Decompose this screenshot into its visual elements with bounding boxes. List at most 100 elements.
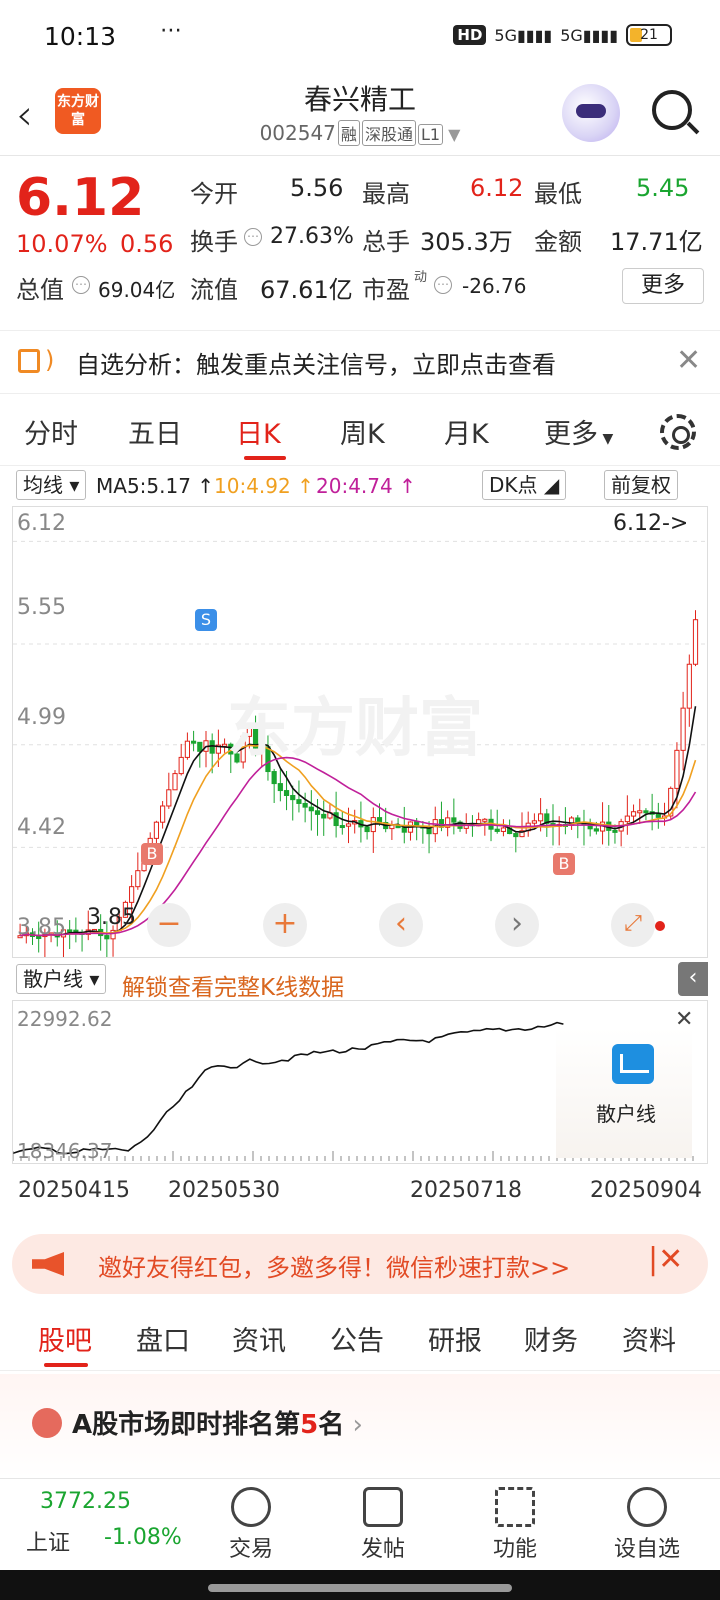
- tab-research[interactable]: 研报: [428, 1319, 482, 1358]
- ma-select[interactable]: 均线 ▾: [16, 470, 87, 500]
- zoom-out-icon[interactable]: −: [147, 903, 191, 947]
- quote-panel: 6.12 10.07% 0.56 今开 5.56 最高 6.12 最低 5.45…: [0, 158, 720, 318]
- edit-icon: [363, 1487, 403, 1527]
- turnover-value: 27.63%: [270, 224, 354, 249]
- info-icon[interactable]: ⋯: [434, 276, 452, 294]
- invite-text: 邀好友得红包，多邀多得！微信秒速打款>>: [98, 1254, 571, 1282]
- tab-news[interactable]: 资讯: [232, 1319, 286, 1358]
- tab-financials[interactable]: 财务: [524, 1319, 578, 1358]
- indicator-y-top: 22992.62: [17, 1007, 113, 1031]
- close-icon[interactable]: |✕: [648, 1242, 683, 1277]
- zoom-in-icon[interactable]: +: [263, 903, 307, 947]
- indicator-select[interactable]: 散户线 ▾: [16, 964, 107, 994]
- sell-signal-badge[interactable]: S: [195, 609, 217, 631]
- chevron-right-icon[interactable]: ›: [495, 903, 539, 947]
- tab-intraday[interactable]: 分时: [24, 412, 78, 451]
- change-percent: 10.07%: [16, 230, 108, 258]
- collapse-tab[interactable]: ‹: [678, 962, 708, 996]
- tab-profile[interactable]: 资料: [622, 1319, 676, 1358]
- amount-value: 17.71亿: [610, 228, 703, 256]
- close-icon[interactable]: ✕: [676, 343, 701, 378]
- candle-body: [482, 818, 488, 822]
- candle-body: [209, 740, 215, 754]
- candle-body: [339, 825, 345, 829]
- tab-monthly-k[interactable]: 月K: [444, 412, 489, 451]
- buy-signal-badge[interactable]: B: [141, 843, 163, 865]
- candle-body: [680, 707, 686, 751]
- rank-card[interactable]: A股市场即时排名第5名 ›: [0, 1374, 720, 1478]
- candle-body: [197, 741, 203, 752]
- assistant-robot-icon[interactable]: [562, 84, 620, 142]
- rank-text: A股市场即时排名第5名 ›: [72, 1410, 363, 1440]
- watermark: 东方财富: [227, 692, 483, 766]
- tab-active-indicator: [44, 1363, 88, 1367]
- info-icon[interactable]: ⋯: [72, 276, 90, 294]
- chevron-left-icon[interactable]: ‹: [379, 903, 423, 947]
- volume-label: 总手: [362, 228, 410, 256]
- search-icon[interactable]: [652, 90, 692, 130]
- open-value: 5.56: [290, 174, 344, 202]
- candle-body: [500, 827, 507, 832]
- tab-announcements[interactable]: 公告: [330, 1319, 384, 1358]
- speaker-icon: [18, 346, 54, 374]
- rank-chart-icon: [32, 1408, 62, 1438]
- y-label: 4.42: [17, 815, 66, 840]
- status-more-icon: ⋯: [160, 18, 182, 43]
- period-tabs: 分时 五日 日K 周K 月K 更多 ▼: [0, 400, 720, 466]
- ma20-value: 20:4.74 ↑: [316, 474, 416, 498]
- pe-value: -26.76: [462, 274, 527, 298]
- more-dots-icon: [627, 1487, 667, 1527]
- candle-body: [308, 806, 314, 812]
- float-value: 67.61亿: [260, 276, 353, 304]
- candle-body: [345, 823, 352, 827]
- candle-body: [321, 813, 327, 819]
- adjust-button[interactable]: 前复权: [604, 470, 678, 500]
- kline-chart[interactable]: 6.12 5.55 4.99 4.42 3.85 6.12-> 3.85 东方财…: [12, 506, 708, 958]
- candle-body: [364, 826, 370, 833]
- indicator-y-bottom: 18346.37: [17, 1139, 113, 1163]
- amount-label: 金额: [534, 228, 582, 256]
- fullscreen-icon[interactable]: ⤢: [611, 903, 655, 947]
- index-name: 上证: [26, 1531, 71, 1556]
- notice-bar[interactable]: 自选分析：触发重点关注信号，立即点击查看 ✕: [0, 330, 720, 394]
- candle-body: [494, 828, 500, 832]
- nav-functions[interactable]: 功能: [470, 1485, 560, 1563]
- tab-more[interactable]: 更多 ▼: [544, 412, 613, 451]
- open-label: 今开: [190, 180, 238, 208]
- tab-five-day[interactable]: 五日: [128, 412, 182, 451]
- home-indicator[interactable]: [208, 1584, 512, 1592]
- y-label: 6.12: [17, 511, 66, 536]
- candle-body: [153, 821, 160, 839]
- candle-body: [135, 870, 141, 888]
- red-dot: [655, 921, 665, 931]
- tag-margin: 融: [337, 120, 360, 146]
- index-value[interactable]: 3772.25: [40, 1489, 131, 1514]
- turnover-label: 换手: [190, 228, 238, 256]
- unlock-link[interactable]: 解锁查看完整K线数据: [122, 968, 344, 1002]
- candle-body: [630, 811, 637, 817]
- stock-code: 002547: [259, 121, 336, 145]
- buy-signal-badge[interactable]: B: [553, 853, 575, 875]
- tab-orderbook[interactable]: 盘口: [136, 1319, 190, 1358]
- info-icon[interactable]: ⋯: [244, 228, 262, 246]
- candle-body: [67, 929, 73, 933]
- tab-weekly-k[interactable]: 周K: [340, 412, 385, 451]
- indicator-line: [13, 1021, 564, 1155]
- candle-body: [692, 619, 699, 665]
- low-label: 最低: [534, 180, 582, 208]
- dk-select[interactable]: DK点 ◢: [482, 470, 567, 500]
- gear-icon[interactable]: [660, 414, 696, 450]
- candle-body: [593, 828, 599, 832]
- indicator-card-label: 散户线: [596, 1102, 656, 1126]
- tab-daily-k[interactable]: 日K: [236, 412, 281, 451]
- invite-banner[interactable]: 邀好友得红包，多邀多得！微信秒速打款>> |✕: [12, 1234, 708, 1294]
- y-label: 5.55: [17, 595, 66, 620]
- nav-post[interactable]: 发帖: [338, 1485, 428, 1563]
- candle-body: [624, 815, 630, 823]
- high-value: 6.12: [470, 174, 524, 202]
- nav-trade[interactable]: 交易: [206, 1485, 296, 1563]
- tab-forum[interactable]: 股吧: [38, 1319, 92, 1358]
- tag-level: L1: [417, 124, 444, 145]
- more-button[interactable]: 更多: [622, 268, 704, 304]
- nav-add-watchlist[interactable]: 设自选: [602, 1485, 692, 1563]
